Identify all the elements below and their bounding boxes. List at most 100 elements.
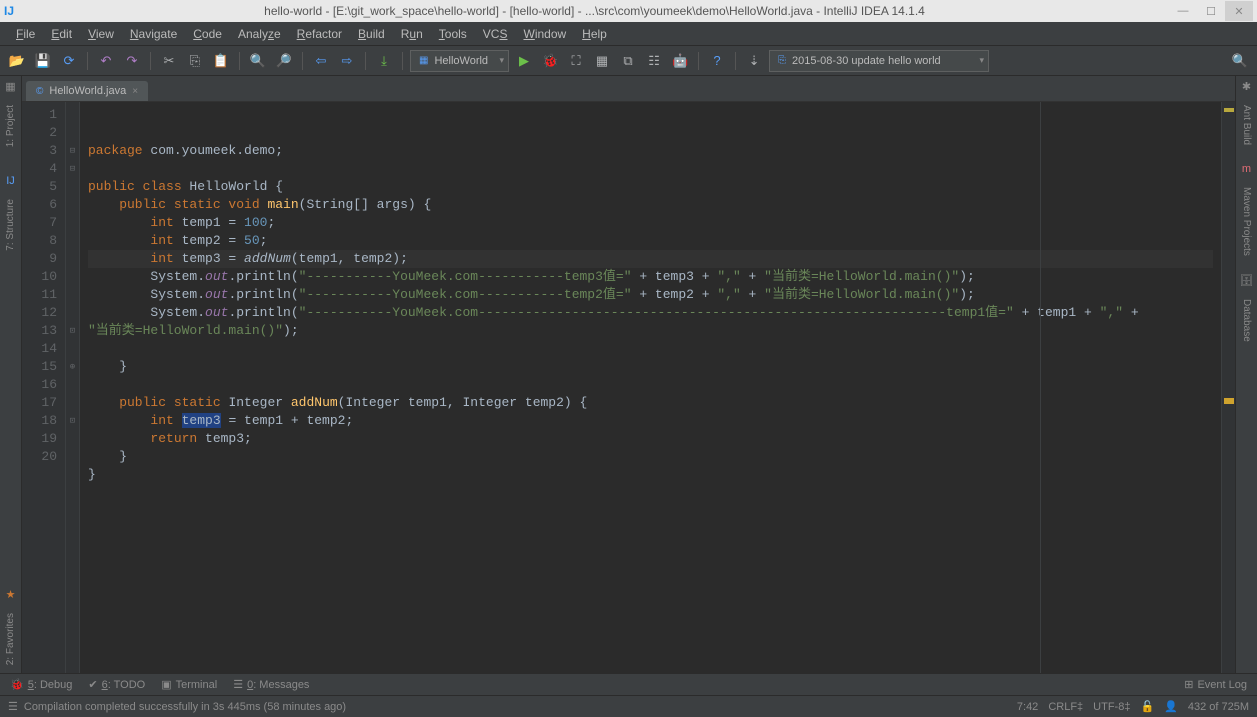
memory-indicator[interactable]: 432 of 725M (1188, 701, 1249, 713)
paste-button[interactable]: 📋 (210, 50, 232, 72)
lock-icon[interactable]: 🔓 (1140, 700, 1154, 713)
titlebar: IJ hello-world - [E:\git_work_space\hell… (0, 0, 1257, 22)
toolbar-separator (365, 52, 366, 70)
line-number-gutter: 1234567891011121314151617181920 (22, 102, 66, 673)
inspect-icon[interactable]: 👤 (1164, 700, 1178, 713)
maximize-button[interactable]: ☐ (1197, 1, 1225, 21)
run-config-label: HelloWorld (434, 55, 488, 67)
menubar: File Edit View Navigate Code Analyze Ref… (0, 22, 1257, 46)
menu-vcs[interactable]: VCS (475, 25, 516, 43)
bottom-tool-bar: 🐞5: Debug ✔6: TODO ▣Terminal ☰0: Message… (0, 673, 1257, 695)
debug-tool-button[interactable]: 🐞5: Debug (10, 678, 72, 691)
main-area: ▦ 1: Project IJ 7: Structure ★ 2: Favori… (0, 76, 1257, 673)
menu-refactor[interactable]: Refactor (289, 25, 350, 43)
terminal-tool-button[interactable]: ▣Terminal (161, 678, 217, 691)
window-controls: — ☐ ✕ (1169, 1, 1253, 21)
ant-icon: ✱ (1242, 80, 1251, 93)
editor-area: © HelloWorld.java × 12345678910111213141… (22, 76, 1235, 673)
coverage-button[interactable]: ⛶ (565, 50, 587, 72)
app-icon: IJ (4, 4, 14, 18)
code-editor[interactable]: 1234567891011121314151617181920 ⊟⊟⊡⊕⊡ pa… (22, 102, 1235, 673)
code-content[interactable]: package com.youmeek.demo; public class H… (80, 102, 1221, 673)
file-tab-label: HelloWorld.java (49, 85, 126, 97)
toolbar-separator (402, 52, 403, 70)
vcs-action-label: 2015-08-30 update hello world (792, 55, 941, 67)
event-log-button[interactable]: ⊞Event Log (1184, 678, 1247, 691)
caret-position[interactable]: 7:42 (1017, 701, 1038, 713)
messages-tool-button[interactable]: ☰0: Messages (233, 678, 309, 691)
warning-marker[interactable] (1224, 108, 1234, 112)
favorites-icon: ★ (6, 588, 16, 601)
save-button[interactable]: 💾 (32, 50, 54, 72)
status-message: Compilation completed successfully in 3s… (24, 701, 346, 713)
attach-button[interactable]: ☷ (643, 50, 665, 72)
close-tab-icon[interactable]: × (132, 86, 138, 97)
stop-button[interactable]: ▦ (591, 50, 613, 72)
cut-button[interactable]: ✂ (158, 50, 180, 72)
menu-view[interactable]: View (80, 25, 122, 43)
minimize-button[interactable]: — (1169, 1, 1197, 21)
run-button[interactable]: ▶ (513, 50, 535, 72)
profile-button[interactable]: ⧉ (617, 50, 639, 72)
make-button[interactable]: ⤓ (373, 50, 395, 72)
menu-run[interactable]: Run (393, 25, 431, 43)
forward-button[interactable]: ⇨ (336, 50, 358, 72)
menu-navigate[interactable]: Navigate (122, 25, 185, 43)
open-button[interactable]: 📂 (6, 50, 28, 72)
find-button[interactable]: 🔍 (247, 50, 269, 72)
project-tool-button[interactable]: 1: Project (5, 97, 16, 155)
run-config-select[interactable]: ▦HelloWorld (410, 50, 509, 72)
database-tool-button[interactable]: Database (1241, 291, 1252, 350)
line-separator[interactable]: CRLF‡ (1048, 701, 1083, 713)
project-icon: ▦ (5, 80, 15, 93)
menu-code[interactable]: Code (185, 25, 230, 43)
toolbar: 📂 💾 ⟳ ↶ ↷ ✂ ⎘ 📋 🔍 🔎 ⇦ ⇨ ⤓ ▦HelloWorld ▶ … (0, 46, 1257, 76)
back-button[interactable]: ⇦ (310, 50, 332, 72)
help-button[interactable]: ? (706, 50, 728, 72)
menu-tools[interactable]: Tools (431, 25, 475, 43)
vcs-action-select[interactable]: ⎘2015-08-30 update hello world (769, 50, 989, 72)
close-button[interactable]: ✕ (1225, 1, 1253, 21)
search-everywhere-button[interactable]: 🔍 (1229, 50, 1251, 72)
replace-button[interactable]: 🔎 (273, 50, 295, 72)
error-stripe[interactable] (1221, 102, 1235, 673)
editor-tabs: © HelloWorld.java × (22, 76, 1235, 102)
java-file-icon: © (36, 86, 43, 97)
menu-build[interactable]: Build (350, 25, 393, 43)
file-tab[interactable]: © HelloWorld.java × (26, 81, 148, 101)
structure-icon: IJ (6, 175, 15, 187)
status-icon[interactable]: ☰ (8, 700, 18, 713)
sync-button[interactable]: ⟳ (58, 50, 80, 72)
toolbar-separator (735, 52, 736, 70)
margin-guide (1040, 102, 1041, 673)
toolbar-separator (698, 52, 699, 70)
maven-tool-button[interactable]: Maven Projects (1241, 179, 1252, 264)
file-encoding[interactable]: UTF-8‡ (1093, 701, 1130, 713)
favorites-tool-button[interactable]: 2: Favorites (5, 605, 16, 673)
change-marker[interactable] (1224, 398, 1234, 404)
debug-button[interactable]: 🐞 (539, 50, 561, 72)
menu-window[interactable]: Window (515, 25, 574, 43)
toolbar-separator (150, 52, 151, 70)
toolbar-separator (302, 52, 303, 70)
structure-tool-button[interactable]: 7: Structure (5, 191, 16, 259)
right-tool-gutter: ✱ Ant Build m Maven Projects 🗄 Database (1235, 76, 1257, 673)
database-icon: 🗄 (1240, 274, 1254, 287)
todo-tool-button[interactable]: ✔6: TODO (88, 678, 145, 691)
copy-button[interactable]: ⎘ (184, 50, 206, 72)
menu-edit[interactable]: Edit (43, 25, 80, 43)
toolbar-separator (239, 52, 240, 70)
fold-gutter[interactable]: ⊟⊟⊡⊕⊡ (66, 102, 80, 673)
undo-button[interactable]: ↶ (95, 50, 117, 72)
maven-icon: m (1242, 163, 1251, 175)
vcs-update-button[interactable]: ⇣ (743, 50, 765, 72)
toolbar-separator (87, 52, 88, 70)
window-title: hello-world - [E:\git_work_space\hello-w… (20, 4, 1169, 18)
menu-help[interactable]: Help (574, 25, 615, 43)
redo-button[interactable]: ↷ (121, 50, 143, 72)
ant-tool-button[interactable]: Ant Build (1241, 97, 1252, 153)
left-tool-gutter: ▦ 1: Project IJ 7: Structure ★ 2: Favori… (0, 76, 22, 673)
menu-file[interactable]: File (8, 25, 43, 43)
android-button[interactable]: 🤖 (669, 50, 691, 72)
menu-analyze[interactable]: Analyze (230, 25, 289, 43)
